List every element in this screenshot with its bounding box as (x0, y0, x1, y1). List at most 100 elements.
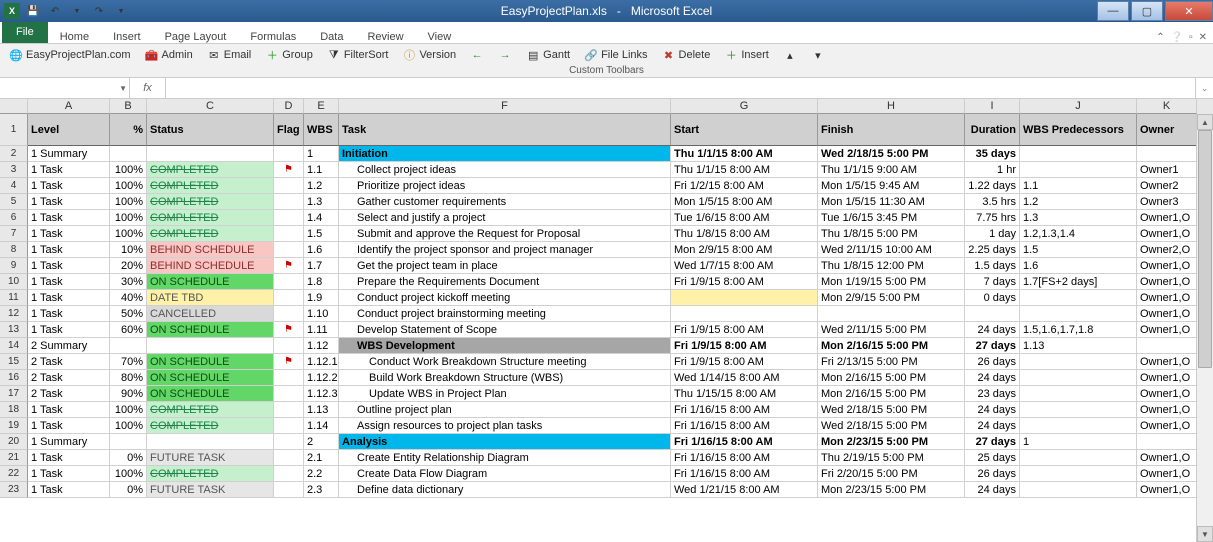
cell-pred[interactable] (1020, 450, 1137, 466)
cell-flag[interactable] (274, 242, 304, 258)
cell-pct[interactable]: 30% (110, 274, 147, 290)
cell-start[interactable]: Fri 1/2/15 8:00 AM (671, 178, 818, 194)
cell-level[interactable]: 1 Task (28, 226, 110, 242)
cell-level[interactable]: 1 Summary (28, 434, 110, 450)
cell-task[interactable]: Prepare the Requirements Document (339, 274, 671, 290)
help-icon[interactable]: ❔ (1171, 32, 1183, 43)
cell-level[interactable]: 2 Task (28, 354, 110, 370)
cell-flag[interactable]: ⚑ (274, 354, 304, 370)
row-number[interactable]: 5 (0, 194, 28, 210)
cell-wbs[interactable]: 1.7 (304, 258, 339, 274)
row-number[interactable]: 11 (0, 290, 28, 306)
cell-duration[interactable]: 1.5 days (965, 258, 1020, 274)
cell-pred[interactable]: 1.2,1.3,1.4 (1020, 226, 1137, 242)
cell-duration[interactable]: 26 days (965, 354, 1020, 370)
cell-level[interactable]: 1 Task (28, 210, 110, 226)
cell-task[interactable]: Gather customer requirements (339, 194, 671, 210)
cell-status[interactable]: CANCELLED (147, 306, 274, 322)
insert-down-button[interactable]: ▾ (808, 46, 828, 64)
ribbon-minimize-icon[interactable]: ⌃ (1156, 32, 1164, 43)
cell-pct[interactable]: 100% (110, 402, 147, 418)
cell-status[interactable]: FUTURE TASK (147, 450, 274, 466)
qat-undo-button[interactable]: ↶ (46, 2, 64, 20)
col-header[interactable]: F (339, 99, 671, 114)
cell-pred[interactable]: 1.1 (1020, 178, 1137, 194)
col-header[interactable]: D (274, 99, 304, 114)
cell-pct[interactable]: 100% (110, 162, 147, 178)
cell-task[interactable]: Conduct Work Breakdown Structure meeting (339, 354, 671, 370)
cell-flag[interactable]: ⚑ (274, 322, 304, 338)
cell-owner[interactable]: Owner1,O (1137, 322, 1196, 338)
header-task[interactable]: Task (339, 114, 671, 146)
group-button[interactable]: ＋ Group (262, 46, 316, 64)
cell-wbs[interactable]: 1.5 (304, 226, 339, 242)
row-number[interactable]: 1 (0, 114, 28, 146)
cell-flag[interactable] (274, 466, 304, 482)
cell-duration[interactable]: 35 days (965, 146, 1020, 162)
workbook-close-icon[interactable]: ✕ (1199, 32, 1207, 43)
cell-level[interactable]: 1 Task (28, 242, 110, 258)
cell-pred[interactable] (1020, 146, 1137, 162)
cell-owner[interactable]: Owner1,O (1137, 450, 1196, 466)
delete-button[interactable]: ✖ Delete (659, 46, 714, 64)
cell-finish[interactable]: Mon 2/16/15 5:00 PM (818, 338, 965, 354)
cell-status[interactable]: ON SCHEDULE (147, 354, 274, 370)
cell-start[interactable]: Mon 1/5/15 8:00 AM (671, 194, 818, 210)
header-flag[interactable]: Flag (274, 114, 304, 146)
col-header[interactable]: C (147, 99, 274, 114)
cell-flag[interactable] (274, 226, 304, 242)
cell-wbs[interactable]: 1.12 (304, 338, 339, 354)
row-number[interactable]: 7 (0, 226, 28, 242)
cell-task[interactable]: Define data dictionary (339, 482, 671, 498)
row-number[interactable]: 18 (0, 402, 28, 418)
cell-pct[interactable]: 100% (110, 466, 147, 482)
cell-flag[interactable] (274, 370, 304, 386)
col-header[interactable]: E (304, 99, 339, 114)
cell-flag[interactable]: ⚑ (274, 258, 304, 274)
cell-start[interactable] (671, 290, 818, 306)
cell-pred[interactable] (1020, 290, 1137, 306)
cell-task[interactable]: Initiation (339, 146, 671, 162)
cell-pred[interactable] (1020, 386, 1137, 402)
row-number[interactable]: 15 (0, 354, 28, 370)
cell-wbs[interactable]: 1.11 (304, 322, 339, 338)
cell-level[interactable]: 1 Task (28, 274, 110, 290)
cell-owner[interactable]: Owner1,O (1137, 210, 1196, 226)
row-number[interactable]: 3 (0, 162, 28, 178)
cell-pct[interactable] (110, 338, 147, 354)
cell-wbs[interactable]: 1.14 (304, 418, 339, 434)
cell-pred[interactable] (1020, 162, 1137, 178)
header-level[interactable]: Level (28, 114, 110, 146)
cell-pred[interactable] (1020, 306, 1137, 322)
row-number[interactable]: 16 (0, 370, 28, 386)
row-number[interactable]: 22 (0, 466, 28, 482)
cell-status[interactable]: ON SCHEDULE (147, 322, 274, 338)
cell-finish[interactable]: Mon 1/5/15 9:45 AM (818, 178, 965, 194)
scroll-thumb[interactable] (1198, 130, 1212, 368)
cell-finish[interactable]: Thu 1/8/15 5:00 PM (818, 226, 965, 242)
cell-start[interactable]: Fri 1/16/15 8:00 AM (671, 450, 818, 466)
row-number[interactable]: 8 (0, 242, 28, 258)
header-finish[interactable]: Finish (818, 114, 965, 146)
maximize-button[interactable]: ▢ (1131, 1, 1163, 21)
cell-owner[interactable]: Owner1,O (1137, 418, 1196, 434)
qat-redo-button[interactable]: ↷ (90, 2, 108, 20)
cell-pct[interactable]: 80% (110, 370, 147, 386)
cell-start[interactable]: Wed 1/21/15 8:00 AM (671, 482, 818, 498)
cell-owner[interactable]: Owner1,O (1137, 402, 1196, 418)
cell-finish[interactable] (818, 306, 965, 322)
cell-level[interactable]: 1 Task (28, 162, 110, 178)
cell-owner[interactable]: Owner3 (1137, 194, 1196, 210)
cell-pred[interactable] (1020, 418, 1137, 434)
cell-duration[interactable]: 1.22 days (965, 178, 1020, 194)
window-restore-icon[interactable]: ▫ (1189, 32, 1193, 43)
cell-task[interactable]: Create Entity Relationship Diagram (339, 450, 671, 466)
vertical-scrollbar[interactable]: ▲ ▼ (1196, 114, 1213, 542)
cell-level[interactable]: 1 Task (28, 306, 110, 322)
cell-level[interactable]: 1 Task (28, 178, 110, 194)
cell-task[interactable]: Prioritize project ideas (339, 178, 671, 194)
cell-duration[interactable]: 25 days (965, 450, 1020, 466)
cell-flag[interactable] (274, 274, 304, 290)
cell-finish[interactable]: Wed 2/11/15 10:00 AM (818, 242, 965, 258)
cell-wbs[interactable]: 1.13 (304, 402, 339, 418)
